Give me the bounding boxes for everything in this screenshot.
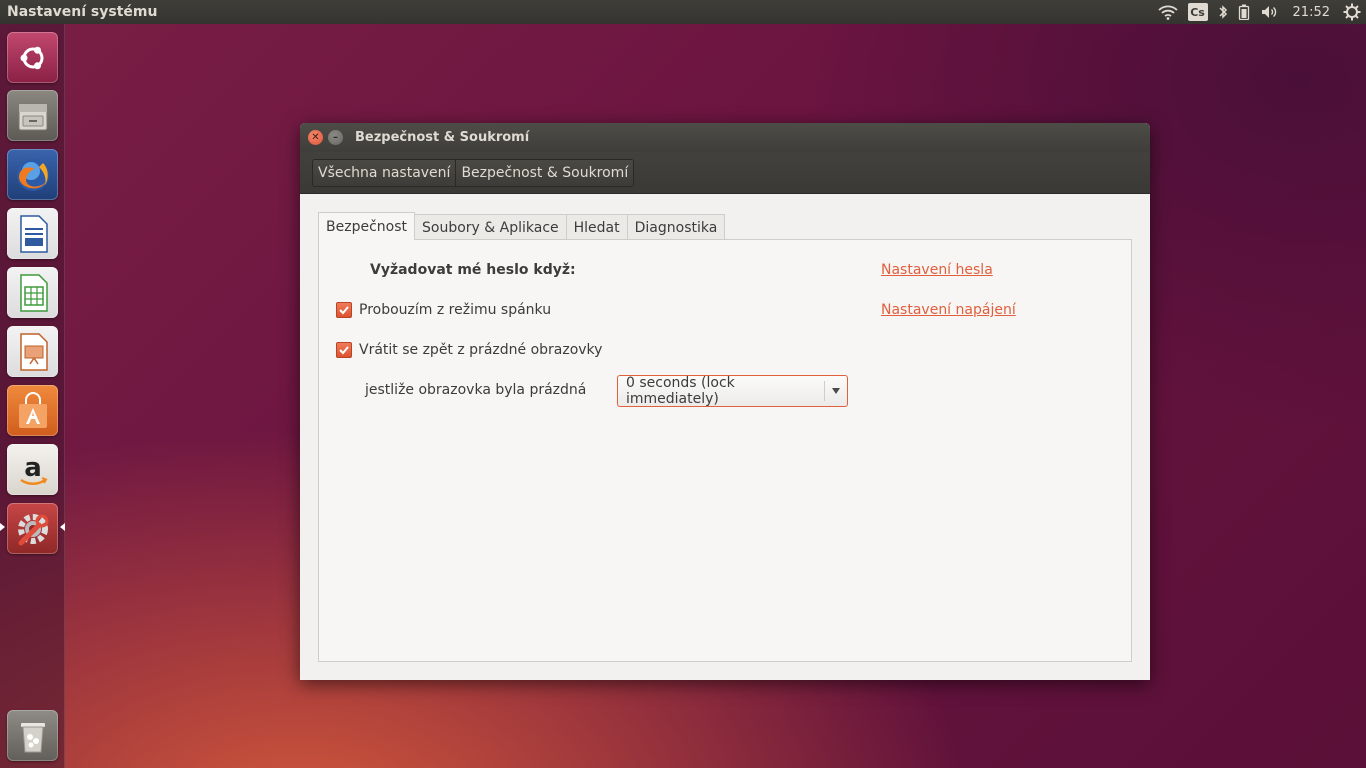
battery-icon[interactable] — [1233, 0, 1255, 24]
session-gear-icon[interactable] — [1338, 0, 1366, 24]
ubuntu-logo-icon — [12, 37, 54, 79]
shopping-bag-icon — [12, 390, 54, 432]
window-titlebar[interactable]: ✕ – Bezpečnost & Soukromí — [300, 123, 1150, 152]
bluetooth-icon[interactable] — [1213, 0, 1233, 24]
wifi-icon[interactable] — [1153, 0, 1183, 24]
launcher: a — [0, 24, 65, 768]
return-from-blank-row[interactable]: Vrátit se zpět z prázdné obrazovky — [336, 342, 602, 358]
tab-bar: Bezpečnost Soubory & Aplikace Hledat Dia… — [318, 212, 726, 240]
checkmark-icon — [339, 306, 349, 315]
focused-app-indicator — [60, 523, 65, 531]
checkmark-icon — [339, 346, 349, 355]
window-content: Bezpečnost Soubory & Aplikace Hledat Dia… — [300, 194, 1150, 680]
settings-wrench-gear-icon — [12, 508, 54, 550]
indicator-area: Cs 21:52 — [1153, 0, 1366, 24]
libreoffice-calc-icon — [12, 272, 54, 314]
clock[interactable]: 21:52 — [1285, 0, 1338, 24]
launcher-software-center[interactable] — [7, 385, 58, 436]
settings-window: ✕ – Bezpečnost & Soukromí Všechna nastav… — [300, 123, 1150, 680]
tab-search[interactable]: Hledat — [565, 214, 628, 240]
launcher-impress[interactable] — [7, 326, 58, 377]
breadcrumb-security-privacy[interactable]: Bezpečnost & Soukromí — [456, 159, 634, 186]
window-minimize-button[interactable]: – — [328, 130, 343, 145]
libreoffice-writer-icon — [12, 213, 54, 255]
window-toolbar: Všechna nastavení Bezpečnost & Soukromí — [300, 152, 1150, 194]
firefox-icon — [12, 154, 54, 196]
wake-from-suspend-row[interactable]: Probouzím z režimu spánku — [336, 302, 551, 318]
blank-delay-value: 0 seconds (lock immediately) — [626, 375, 735, 407]
svg-text:a: a — [24, 453, 42, 483]
return-from-blank-checkbox[interactable] — [336, 342, 352, 358]
launcher-trash[interactable] — [7, 710, 58, 761]
launcher-amazon[interactable]: a — [7, 444, 58, 495]
launcher-system-settings[interactable] — [7, 503, 58, 554]
launcher-calc[interactable] — [7, 267, 58, 318]
launcher-firefox[interactable] — [7, 149, 58, 200]
blank-delay-dropdown[interactable]: 0 seconds (lock immediately) — [617, 375, 848, 407]
require-password-heading: Vyžadovat mé heslo když: — [370, 262, 576, 278]
breadcrumb-all-settings[interactable]: Všechna nastavení — [313, 159, 457, 186]
file-cabinet-icon — [12, 95, 54, 137]
volume-icon[interactable] — [1255, 0, 1285, 24]
trash-icon — [12, 715, 54, 757]
wake-from-suspend-label: Probouzím z režimu spánku — [359, 302, 552, 318]
tab-diagnostics[interactable]: Diagnostika — [626, 214, 726, 240]
active-app-indicator — [0, 523, 5, 531]
breadcrumb: Všechna nastavení Bezpečnost & Soukromí — [312, 158, 635, 187]
return-from-blank-label: Vrátit se zpět z prázdné obrazovky — [359, 342, 603, 358]
password-settings-link[interactable]: Nastavení hesla — [881, 262, 993, 278]
keyboard-layout-indicator[interactable]: Cs — [1183, 0, 1213, 24]
libreoffice-impress-icon — [12, 331, 54, 373]
launcher-writer[interactable] — [7, 208, 58, 259]
window-close-button[interactable]: ✕ — [308, 130, 323, 145]
launcher-dash[interactable] — [7, 32, 58, 83]
active-app-title: Nastavení systému — [7, 4, 158, 20]
security-tab-panel: Vyžadovat mé heslo když: Nastavení hesla… — [318, 239, 1132, 662]
power-settings-link[interactable]: Nastavení napájení — [881, 302, 1016, 318]
tab-security[interactable]: Bezpečnost — [318, 212, 415, 240]
chevron-down-icon — [825, 388, 847, 394]
tab-files-applications[interactable]: Soubory & Aplikace — [414, 214, 567, 240]
window-title: Bezpečnost & Soukromí — [355, 130, 530, 145]
launcher-files[interactable] — [7, 90, 58, 141]
top-panel: Nastavení systému Cs 21:52 — [0, 0, 1366, 24]
wake-from-suspend-checkbox[interactable] — [336, 302, 352, 318]
amazon-icon: a — [12, 449, 54, 491]
blank-delay-label: jestliže obrazovka byla prázdná — [365, 382, 587, 398]
